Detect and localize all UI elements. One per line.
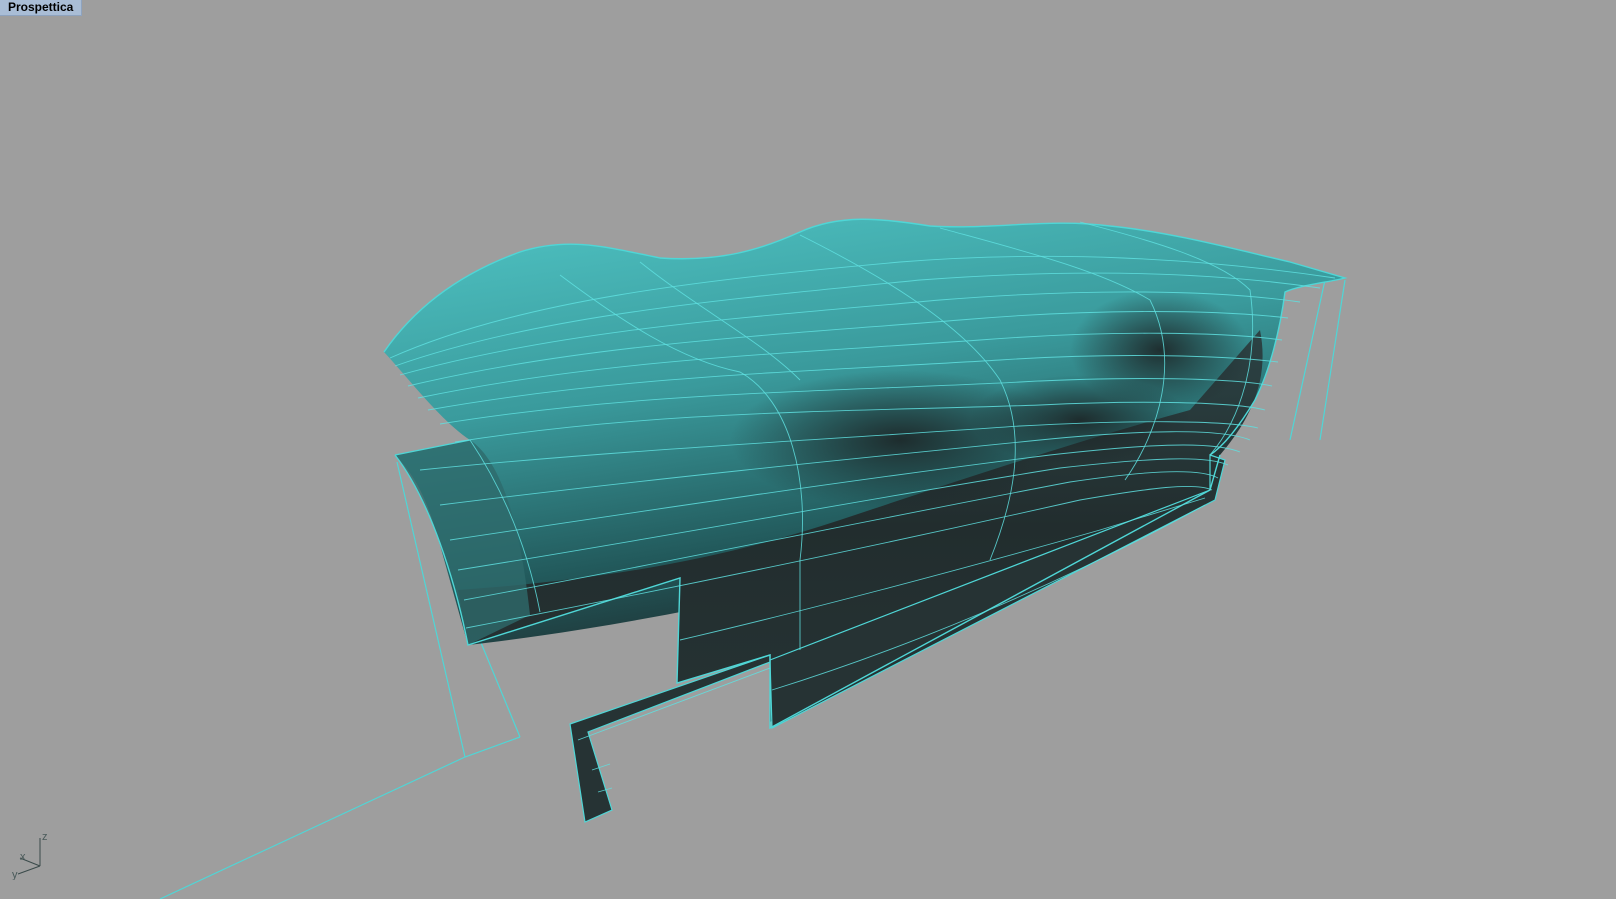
x-axis-label: x [20, 851, 26, 863]
perspective-viewport[interactable]: Prospettica z x y [0, 0, 1616, 899]
3d-scene[interactable] [0, 0, 1616, 899]
isocurves-bracket [577, 667, 771, 793]
z-axis-label: z [42, 831, 48, 843]
y-axis-label: y [12, 869, 18, 880]
hull-front-bracket[interactable] [569, 654, 771, 823]
y-axis-line [17, 865, 41, 875]
axis-gizmo: z x y [12, 831, 48, 880]
